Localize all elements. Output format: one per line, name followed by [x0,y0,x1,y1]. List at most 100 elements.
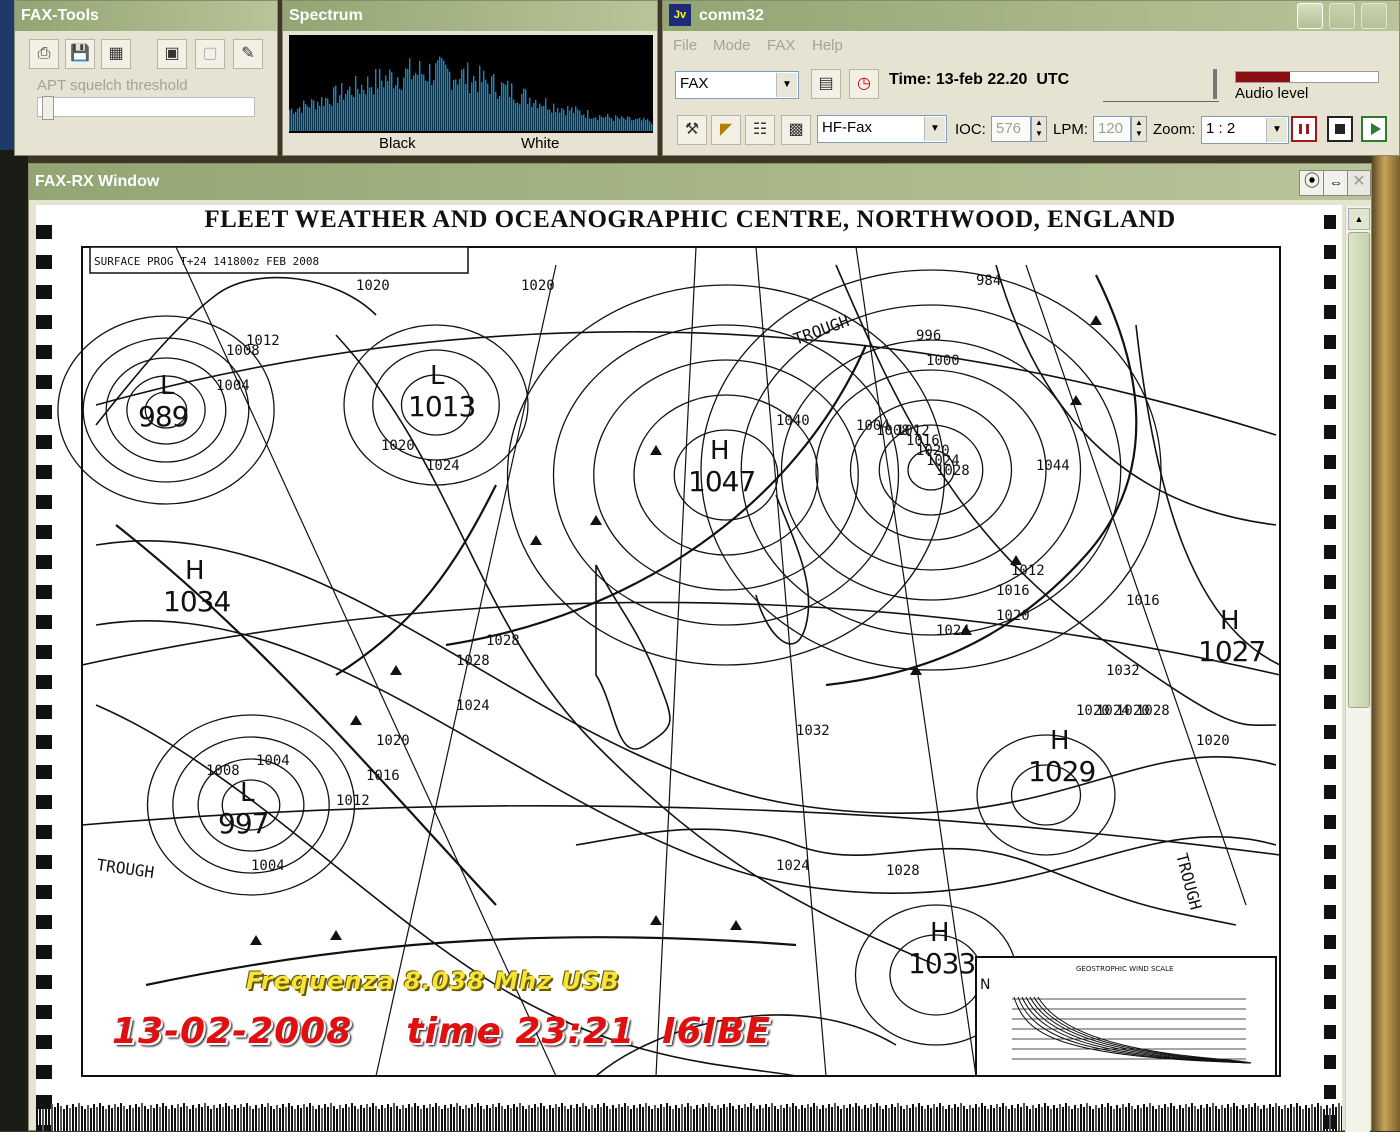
film-icon[interactable]: ▣ [157,39,187,69]
save-icon[interactable]: 💾 [65,39,95,69]
isobar-label: 1000 [926,353,960,369]
spectrum-bar [517,102,519,131]
lpm-input[interactable]: 120 [1093,116,1131,142]
noise-bar [1281,1109,1283,1131]
squelch-slider[interactable] [37,96,255,120]
menu-mode[interactable]: Mode [713,37,751,54]
spectrum-bar [413,75,415,131]
ioc-stepper[interactable]: ▲ ▼ [1031,116,1047,142]
chevron-down-icon[interactable]: ▼ [1266,118,1287,142]
noise-bar [240,1104,242,1131]
noise-bar [771,1103,773,1131]
noise-bar [708,1103,710,1131]
scroll-thumb[interactable] [1348,232,1370,708]
noise-bar [159,1107,161,1131]
settings-icon[interactable]: ⦿ [1299,170,1325,196]
noise-bar [123,1106,125,1131]
spectrum-bar [573,112,575,131]
meridian-line [1025,264,1247,906]
menu-file[interactable]: File [673,37,697,54]
spectrum-bar [543,105,545,131]
scroll-up-arrow[interactable]: ▲ [1348,208,1370,230]
vertical-scrollbar[interactable]: ▲ [1345,206,1370,1132]
squelch-slider-thumb[interactable] [42,96,54,120]
noise-bar [1317,1103,1319,1131]
front-marker [330,930,342,940]
zoom-select[interactable]: 1 : 2 ▼ [1201,116,1289,144]
sync-mark [1324,665,1336,679]
spectrum-bar [565,115,567,131]
sync-mark [36,285,52,299]
noise-bar [705,1107,707,1131]
wrench-icon[interactable]: ⚒ [677,115,707,145]
noise-bar [852,1107,854,1131]
comm32-titlebar[interactable]: Jv comm32 [663,1,1399,31]
ioc-input[interactable]: 576 [991,116,1031,142]
spectrum-bar [617,117,619,131]
clipboard-icon[interactable]: ▤ [811,69,841,99]
spectrum-bar [425,80,427,131]
close-icon[interactable]: ✕ [1347,170,1371,196]
noise-bar [147,1109,149,1131]
chart-icon[interactable]: ▩ [781,115,811,145]
sync-mark [36,1035,52,1049]
maximize-button[interactable] [1329,3,1355,29]
audio-scale-knob[interactable] [1213,69,1217,99]
noise-bar [441,1109,443,1131]
spectrum-bar [301,112,303,131]
image-icon[interactable]: ▢ [195,39,225,69]
folder-open-icon[interactable]: ◤ [711,115,741,145]
brush-icon[interactable]: ✎ [233,39,263,69]
isobar-label: 1024 [776,858,810,874]
chevron-down-icon[interactable]: ▼ [924,117,945,141]
menu-fax[interactable]: FAX [767,37,795,54]
isobar-label: 996 [916,328,941,344]
noise-bar [369,1107,371,1131]
noise-bar [1212,1103,1214,1131]
stop-button[interactable] [1327,116,1353,142]
noise-bar [846,1108,848,1131]
noise-bar [324,1104,326,1131]
sync-mark [36,1065,52,1079]
resize-icon[interactable]: ⇔ [1323,170,1349,196]
noise-bar [1155,1109,1157,1131]
pause-button[interactable] [1291,116,1317,142]
noise-bar [1167,1107,1169,1131]
clock-icon[interactable]: ◷ [849,69,879,99]
noise-bar [429,1104,431,1131]
spectrum-titlebar[interactable]: Spectrum [283,1,657,31]
spectrum-bar [469,93,471,131]
chevron-down-icon[interactable]: ▼ [776,73,797,97]
spectrum-bar [323,105,325,131]
spectrum-bar [625,119,627,131]
lpm-stepper[interactable]: ▲ ▼ [1131,116,1147,142]
fax-tools-titlebar[interactable]: FAX-Tools [15,1,277,31]
spectrum-bar [497,98,499,131]
noise-bar [399,1109,401,1131]
noise-bar [648,1106,650,1131]
menu-help[interactable]: Help [812,37,843,54]
noise-bar [1305,1105,1307,1131]
printer-icon[interactable]: ⎙ [29,39,59,69]
noise-bar [645,1103,647,1131]
spectrum-bar [399,88,401,131]
close-button[interactable] [1361,3,1387,29]
spectrum-bar [411,79,413,131]
mode-select[interactable]: FAX ▼ [675,71,799,99]
noise-bar [912,1104,914,1131]
spectrum-bar [585,117,587,131]
pressure-centre-type: H [1050,726,1070,756]
noise-bar [1086,1103,1088,1131]
noise-bar [150,1105,152,1131]
spectrum-bar [363,89,365,131]
isobar-label: 1016 [366,768,400,784]
play-button[interactable] [1361,116,1387,142]
minimize-button[interactable] [1297,3,1323,29]
noise-bar [66,1105,68,1131]
calendar-icon[interactable]: ▦ [101,39,131,69]
document-icon[interactable]: ☷ [745,115,775,145]
fax-rx-titlebar[interactable]: FAX-RX Window [29,164,1371,200]
noise-bar [966,1109,968,1131]
format-select[interactable]: HF-Fax ▼ [817,115,947,143]
noise-bar [816,1106,818,1131]
